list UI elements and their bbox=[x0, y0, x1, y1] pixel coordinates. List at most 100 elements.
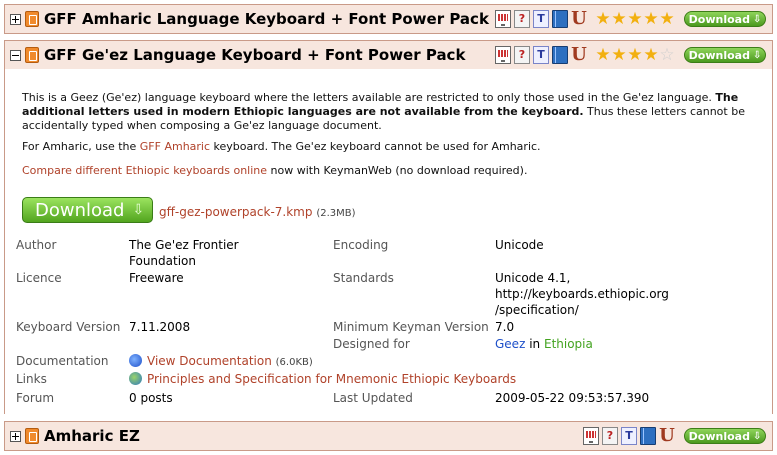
package-row-amharic-ez[interactable]: Amharic EZ ? T U Download ⇩ bbox=[4, 421, 773, 451]
min-keyman-value: 7.0 bbox=[495, 320, 515, 334]
package-title[interactable]: GFF Amharic Language Keyboard + Font Pow… bbox=[44, 10, 489, 28]
font-icon: T bbox=[621, 427, 637, 445]
country-link[interactable]: Ethiopia bbox=[544, 337, 593, 351]
unicode-icon: U bbox=[571, 44, 587, 65]
package-icon bbox=[25, 47, 39, 63]
standards-label: Standards bbox=[333, 271, 394, 285]
download-label: Download bbox=[35, 199, 125, 221]
author-label: Author bbox=[16, 238, 57, 252]
star-icon: ★ bbox=[643, 9, 659, 29]
book-icon bbox=[552, 46, 568, 64]
standards-line: Unicode 4.1, bbox=[495, 271, 571, 285]
download-label: Download bbox=[688, 12, 750, 26]
version-value: 7.11.2008 bbox=[129, 320, 191, 334]
licence-value: Freeware bbox=[129, 271, 184, 285]
designed-value: Geez in Ethiopia bbox=[495, 336, 593, 352]
file-info: gff-gez-powerpack-7.kmp (2.3MB) bbox=[159, 205, 356, 219]
download-arrow-icon: ⇩ bbox=[132, 202, 145, 218]
download-arrow-icon: ⇩ bbox=[752, 13, 762, 25]
amharic-note-text: For Amharic, use the bbox=[22, 140, 137, 153]
version-label: Keyboard Version bbox=[16, 320, 121, 334]
package-actions: ? T U ★ ★ ★ ★ ★ Download ⇩ bbox=[495, 10, 766, 28]
unicode-icon: U bbox=[571, 8, 587, 29]
compare-line: Compare different Ethiopic keyboards onl… bbox=[22, 164, 762, 178]
file-size: (2.3MB) bbox=[316, 208, 356, 219]
view-documentation-link[interactable]: View Documentation bbox=[147, 354, 272, 368]
expand-icon[interactable] bbox=[10, 13, 21, 25]
forum-label: Forum bbox=[16, 391, 55, 405]
licence-label: Licence bbox=[16, 271, 62, 285]
download-label: Download bbox=[688, 429, 750, 443]
min-keyman-label: Minimum Keyman Version bbox=[333, 320, 489, 334]
star-icon: ★ bbox=[595, 9, 611, 29]
package-detail-panel: This is a Geez (Ge'ez) language keyboard… bbox=[4, 69, 773, 414]
package-actions: ? T U ★ ★ ★ ★ ☆ Download ⇩ bbox=[495, 46, 766, 64]
download-arrow-icon: ⇩ bbox=[752, 49, 762, 61]
help-icon: ? bbox=[514, 46, 530, 64]
package-title[interactable]: GFF Ge'ez Language Keyboard + Font Power… bbox=[44, 46, 465, 64]
compare-keyboards-link[interactable]: Compare different Ethiopic keyboards onl… bbox=[22, 164, 267, 177]
package-actions: ? T U Download ⇩ bbox=[583, 427, 766, 445]
documentation-label: Documentation bbox=[16, 354, 109, 368]
unicode-icon: U bbox=[659, 425, 675, 446]
documentation-value: View Documentation (6.0KB) bbox=[129, 353, 313, 371]
author-value: The Ge'ez Frontier Foundation bbox=[129, 238, 239, 268]
amharic-note: For Amharic, use the GFF Amharic keyboar… bbox=[22, 140, 762, 154]
compare-line-tail: now with KeymanWeb (no download required… bbox=[270, 164, 528, 177]
star-icon: ★ bbox=[611, 9, 627, 29]
encoding-value: Unicode bbox=[495, 238, 544, 252]
documentation-size: (6.0KB) bbox=[275, 357, 313, 368]
standards-line: http://keyboards.ethiopic.org bbox=[495, 287, 669, 301]
star-icon: ★ bbox=[659, 9, 675, 29]
font-icon: T bbox=[533, 10, 549, 28]
keyboard-icon bbox=[495, 10, 511, 28]
package-icon bbox=[25, 428, 39, 444]
package-title[interactable]: Amharic EZ bbox=[44, 427, 140, 445]
download-button[interactable]: Download ⇩ bbox=[684, 11, 766, 27]
language-link[interactable]: Geez bbox=[495, 337, 525, 351]
gff-amharic-link[interactable]: GFF Amharic bbox=[140, 140, 210, 153]
download-button[interactable]: Download ⇩ bbox=[684, 47, 766, 63]
collapse-icon[interactable] bbox=[10, 49, 21, 61]
web-link-icon bbox=[129, 372, 142, 385]
specification-link[interactable]: Principles and Specification for Mnemoni… bbox=[147, 372, 516, 386]
package-row-geez[interactable]: GFF Ge'ez Language Keyboard + Font Power… bbox=[4, 40, 773, 70]
links-value: Principles and Specification for Mnemoni… bbox=[129, 371, 516, 387]
star-icon: ★ bbox=[611, 45, 627, 65]
description-text: This is a Geez (Ge'ez) language keyboard… bbox=[22, 91, 712, 104]
book-icon bbox=[640, 427, 656, 445]
help-icon: ? bbox=[514, 10, 530, 28]
amharic-note-tail: keyboard. The Ge'ez keyboard cannot be u… bbox=[213, 140, 541, 153]
links-label: Links bbox=[16, 372, 47, 386]
star-icon: ★ bbox=[595, 45, 611, 65]
keyboard-icon bbox=[495, 46, 511, 64]
designed-label: Designed for bbox=[333, 337, 410, 351]
updated-value: 2009-05-22 09:53:57.390 bbox=[495, 391, 650, 405]
download-arrow-icon: ⇩ bbox=[752, 430, 762, 442]
font-icon: T bbox=[533, 46, 549, 64]
package-icon bbox=[25, 11, 39, 27]
star-empty-icon: ☆ bbox=[659, 45, 675, 65]
designed-in-text: in bbox=[529, 337, 541, 351]
rating-stars: ★ ★ ★ ★ ☆ bbox=[595, 46, 675, 64]
updated-label: Last Updated bbox=[333, 391, 413, 405]
expand-icon[interactable] bbox=[10, 430, 21, 442]
description: This is a Geez (Ge'ez) language keyboard… bbox=[22, 91, 762, 133]
standards-value: Unicode 4.1, http://keyboards.ethiopic.o… bbox=[495, 270, 669, 318]
star-icon: ★ bbox=[627, 9, 643, 29]
standards-line: /specification/ bbox=[495, 303, 579, 317]
documentation-icon bbox=[129, 354, 142, 367]
file-name-link[interactable]: gff-gez-powerpack-7.kmp bbox=[159, 205, 313, 219]
encoding-label: Encoding bbox=[333, 238, 389, 252]
book-icon bbox=[552, 10, 568, 28]
star-icon: ★ bbox=[627, 45, 643, 65]
star-icon: ★ bbox=[643, 45, 659, 65]
keyboard-icon bbox=[583, 427, 599, 445]
forum-posts-link[interactable]: 0 posts bbox=[129, 390, 173, 406]
package-row-amharic[interactable]: GFF Amharic Language Keyboard + Font Pow… bbox=[4, 4, 773, 34]
download-button[interactable]: Download ⇩ bbox=[684, 428, 766, 444]
help-icon: ? bbox=[602, 427, 618, 445]
rating-stars: ★ ★ ★ ★ ★ bbox=[595, 10, 675, 28]
download-label: Download bbox=[688, 48, 750, 62]
download-package-button[interactable]: Download ⇩ bbox=[22, 197, 153, 223]
